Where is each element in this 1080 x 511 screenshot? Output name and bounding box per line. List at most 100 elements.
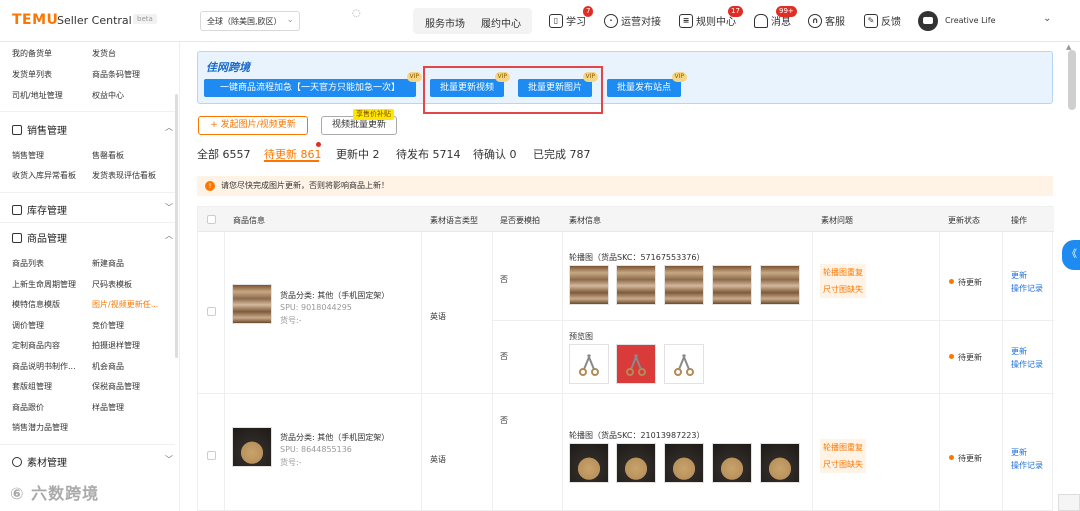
carousel-image[interactable] bbox=[569, 443, 609, 483]
sidebar-item-benefits[interactable]: 权益中心 bbox=[92, 90, 124, 101]
nav-learn[interactable]: ▯ 学习 7 bbox=[549, 6, 594, 28]
brand-label: Seller Central bbox=[57, 14, 132, 27]
preview-image[interactable] bbox=[569, 344, 609, 384]
product-sku: 货号:- bbox=[280, 458, 302, 467]
preview-image[interactable] bbox=[616, 344, 656, 384]
tab-all[interactable]: 全部 6557 bbox=[197, 146, 251, 162]
nav-cs-label: 客服 bbox=[825, 17, 845, 28]
row-checkbox[interactable] bbox=[207, 307, 216, 316]
urgent-button[interactable]: 一键商品流程加急【一天官方只能加急一次】 VIP bbox=[204, 72, 422, 97]
sidebar-item-opportunity[interactable]: 机会商品 bbox=[92, 361, 124, 372]
tab-pending-publish[interactable]: 待发布 5714 bbox=[396, 146, 461, 162]
tab-completed[interactable]: 已完成 787 bbox=[533, 146, 591, 162]
sidebar-item-manual[interactable]: 商品说明书制作... bbox=[12, 361, 76, 372]
sidebar-item-price-adjust[interactable]: 调价管理 bbox=[12, 320, 44, 331]
sidebar-item-bidding[interactable]: 竞价管理 bbox=[92, 320, 124, 331]
avatar[interactable] bbox=[918, 11, 938, 31]
section-title: 销售管理 bbox=[27, 126, 67, 137]
operation-log-link[interactable]: 操作记录 bbox=[1011, 282, 1043, 295]
sidebar-item-soldout[interactable]: 售罄看板 bbox=[92, 150, 124, 161]
update-link[interactable]: 更新 bbox=[1011, 269, 1027, 282]
carousel-image[interactable] bbox=[712, 443, 752, 483]
sidebar-item-lifecycle[interactable]: 上新生命周期管理 bbox=[12, 279, 76, 290]
operation-log-link[interactable]: 操作记录 bbox=[1011, 459, 1043, 472]
sidebar-item-new-product[interactable]: 新建商品 bbox=[92, 258, 124, 269]
sidebar-item-receipt-exception[interactable]: 收货入库异常看板 bbox=[12, 170, 76, 181]
floating-expand-button[interactable]: 《 bbox=[1062, 240, 1080, 270]
sidebar-item-model-info[interactable]: 模特信息模版 bbox=[12, 299, 60, 310]
row-checkbox[interactable] bbox=[207, 451, 216, 460]
nav-service-market[interactable]: 服务市场 bbox=[425, 15, 465, 30]
carousel-image[interactable] bbox=[616, 443, 656, 483]
chevron-up-icon[interactable]: ︿ bbox=[165, 230, 173, 241]
sidebar-section-inventory[interactable]: 库存管理 bbox=[12, 202, 67, 217]
product-thumbnail[interactable] bbox=[232, 427, 272, 467]
carousel-image[interactable] bbox=[569, 265, 609, 305]
sidebar-item-template-group[interactable]: 套版组管理 bbox=[12, 381, 52, 392]
sidebar-item-sales[interactable]: 销售管理 bbox=[12, 150, 44, 161]
region-select[interactable]: 全球（除美国,欧区） ⌄ bbox=[200, 11, 300, 31]
temu-logo[interactable]: TEMU bbox=[12, 12, 58, 28]
sidebar-item-product-list[interactable]: 商品列表 bbox=[12, 258, 44, 269]
sidebar-item-sample-return[interactable]: 拍摄退样管理 bbox=[92, 340, 140, 351]
th-actions: 操作 bbox=[1011, 216, 1027, 225]
sidebar-section-sales[interactable]: 销售管理 bbox=[12, 122, 67, 137]
nav-customer-service[interactable]: ∩ 客服 bbox=[808, 13, 845, 28]
nav-fulfillment-center[interactable]: 履约中心 bbox=[481, 15, 521, 30]
update-link[interactable]: 更新 bbox=[1011, 446, 1027, 459]
sidebar-item-shipment-list[interactable]: 发货单列表 bbox=[12, 69, 52, 80]
nav-ops-contact[interactable]: · 运营对接 bbox=[604, 13, 661, 28]
media-task-table: 商品信息 素材语言类型 是否要模拍 素材信息 素材问题 更新状态 操作 货品分类… bbox=[197, 206, 1054, 511]
carousel-image[interactable] bbox=[664, 265, 704, 305]
sidebar-item-custom-content[interactable]: 定制商品内容 bbox=[12, 340, 60, 351]
sidebar-section-materials[interactable]: 素材管理 bbox=[12, 454, 67, 469]
chevron-down-icon[interactable]: ⌄ bbox=[1043, 13, 1051, 24]
product-thumbnail[interactable] bbox=[232, 284, 272, 324]
operation-log-link[interactable]: 操作记录 bbox=[1011, 358, 1043, 371]
nav-feedback[interactable]: ✎ 反馈 bbox=[864, 13, 901, 28]
tab-pending-confirm[interactable]: 待确认 0 bbox=[473, 146, 517, 162]
user-name[interactable]: Creative Life bbox=[945, 16, 996, 25]
corner-widget[interactable] bbox=[1058, 494, 1080, 511]
preview-image[interactable] bbox=[664, 344, 704, 384]
chevron-down-icon[interactable]: ﹀ bbox=[165, 202, 173, 213]
plugin-banner: 佳网跨境 一键商品流程加急【一天官方只能加急一次】 VIP 批量更新视频 VIP 批… bbox=[197, 51, 1053, 104]
status-pending: 待更新 bbox=[949, 453, 982, 464]
section-title: 素材管理 bbox=[27, 458, 67, 469]
carousel-image[interactable] bbox=[664, 443, 704, 483]
sidebar-item-price-follow[interactable]: 商品跟价 bbox=[12, 402, 44, 413]
sidebar-item-samples[interactable]: 样品管理 bbox=[92, 402, 124, 413]
carousel-image[interactable] bbox=[616, 265, 656, 305]
tab-updating[interactable]: 更新中 2 bbox=[336, 146, 380, 162]
chevron-down-icon[interactable]: ﹀ bbox=[165, 454, 173, 465]
sidebar-section-products[interactable]: 商品管理 bbox=[12, 230, 67, 245]
batch-publish-label: 批量发布站点 bbox=[616, 83, 671, 93]
main-content: 佳网跨境 一键商品流程加急【一天官方只能加急一次】 VIP 批量更新视频 VIP 批… bbox=[180, 42, 1080, 511]
grid-line bbox=[421, 232, 422, 511]
update-link[interactable]: 更新 bbox=[1011, 345, 1027, 358]
start-update-button[interactable]: + 发起图片/视频更新 bbox=[198, 116, 308, 135]
nav-messages[interactable]: 消息 99+ bbox=[754, 6, 797, 28]
carousel-image[interactable] bbox=[760, 443, 800, 483]
select-all-checkbox[interactable] bbox=[207, 215, 216, 224]
sidebar-item-bonded[interactable]: 保税商品管理 bbox=[92, 381, 140, 392]
sidebar-item-shipping-desk[interactable]: 发货台 bbox=[92, 48, 116, 59]
carousel-image[interactable] bbox=[712, 265, 752, 305]
nav-rules-center[interactable]: ≡ 规则中心 17 bbox=[679, 6, 743, 28]
chevron-up-icon[interactable]: ︿ bbox=[165, 122, 173, 133]
page-scrollbar[interactable] bbox=[1068, 50, 1076, 110]
sidebar-item-shipping-eval[interactable]: 发货表现评估看板 bbox=[92, 170, 156, 181]
th-media-info: 素材信息 bbox=[569, 216, 601, 225]
urgent-label: 一键商品流程加急【一天官方只能加急一次】 bbox=[219, 83, 400, 93]
sidebar-item-potential[interactable]: 销售潜力品管理 bbox=[12, 422, 68, 433]
sidebar-item-size-chart[interactable]: 尺码表模板 bbox=[92, 279, 132, 290]
eye-icon: ◌ bbox=[352, 8, 361, 19]
batch-publish-button[interactable]: 批量发布站点 VIP bbox=[607, 72, 687, 97]
sidebar-item-barcode[interactable]: 商品条码管理 bbox=[92, 69, 140, 80]
sidebar-scrollbar[interactable] bbox=[175, 94, 178, 358]
sidebar-item-my-orders[interactable]: 我的备货单 bbox=[12, 48, 52, 59]
carousel-image[interactable] bbox=[760, 265, 800, 305]
sidebar-item-media-update[interactable]: 图片/视频更新任... bbox=[92, 299, 158, 310]
sidebar-item-driver-address[interactable]: 司机/地址管理 bbox=[12, 90, 63, 101]
watermark: ⑥ 六数跨境 bbox=[10, 484, 100, 503]
